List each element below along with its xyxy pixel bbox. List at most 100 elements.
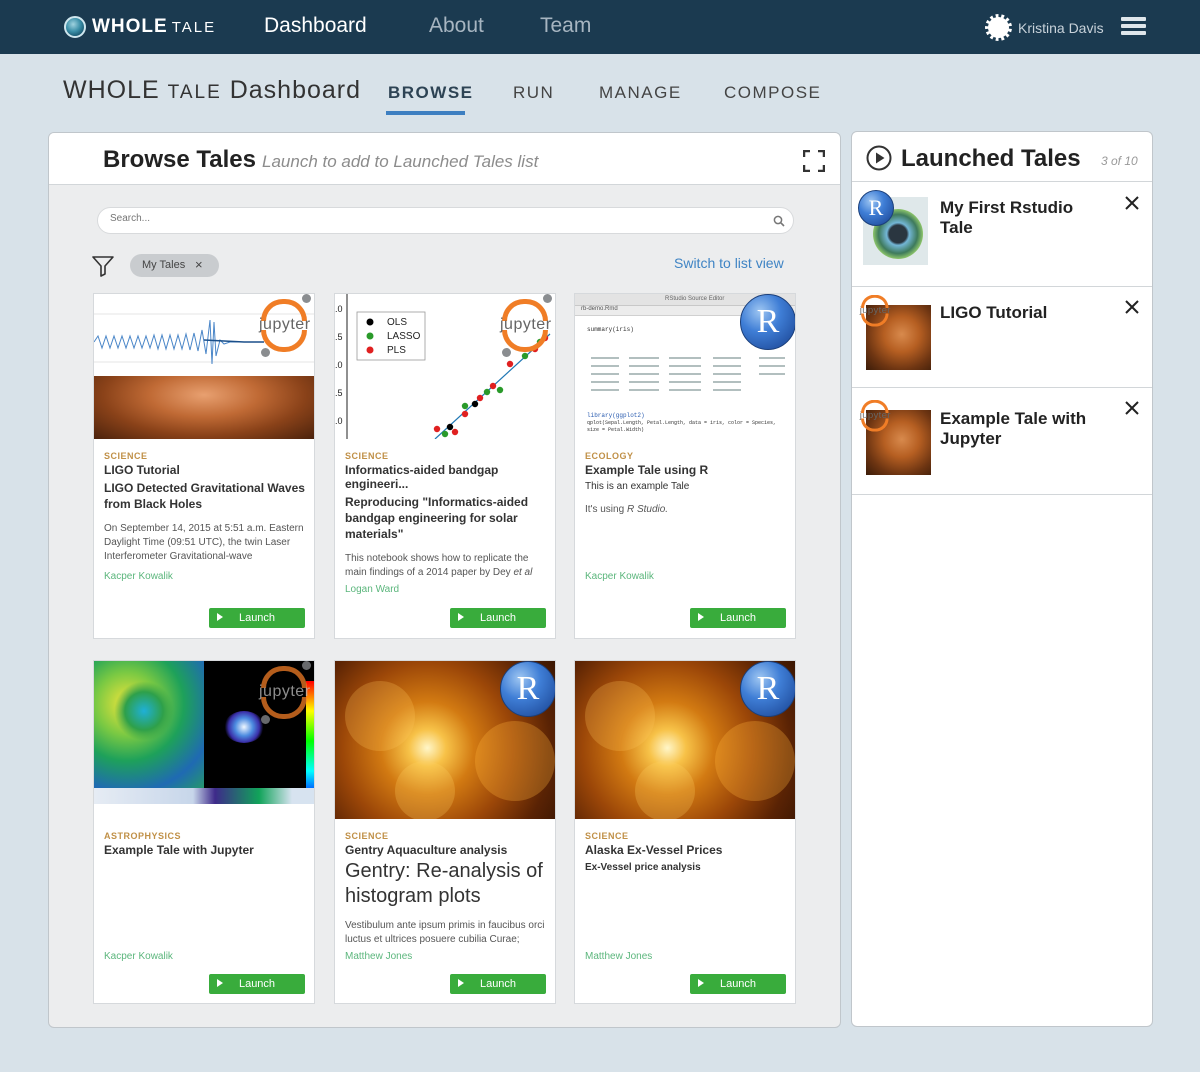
- browse-subtitle: Launch to add to Launched Tales list: [262, 152, 539, 171]
- r-logo-icon: R: [500, 661, 555, 717]
- card-body: This notebook shows how to replicate the…: [345, 553, 533, 578]
- svg-text:.0: .0: [335, 304, 343, 314]
- browse-title: Browse Tales: [103, 146, 256, 173]
- card-thumbnail: RStudio Source Editor rb-demo.Rmd summar…: [575, 294, 795, 439]
- card-body: It's using R Studio.: [585, 504, 669, 515]
- jupyter-logo-icon: jupyter: [497, 294, 555, 357]
- card-body: On September 14, 2015 at 5:51 a.m. Easte…: [104, 523, 304, 562]
- chip-label: My Tales: [142, 259, 186, 271]
- title-rest: Dashboard: [229, 76, 362, 104]
- tab-run[interactable]: RUN: [513, 83, 554, 103]
- tab-browse[interactable]: BROWSE: [388, 83, 474, 103]
- launched-tale-item[interactable]: R My First Rstudio Tale: [852, 183, 1152, 287]
- launch-button[interactable]: Launch: [690, 608, 786, 628]
- search-input[interactable]: [110, 213, 750, 224]
- launched-tales-panel: Launched Tales 3 of 10 R My First Rstudi…: [851, 131, 1153, 1027]
- launch-button[interactable]: Launch: [690, 974, 786, 994]
- expand-icon[interactable]: [803, 150, 825, 172]
- launched-count: 3 of 10: [1101, 154, 1138, 168]
- filter-chip-my-tales[interactable]: My Tales ×: [130, 254, 219, 277]
- card-category: SCIENCE: [585, 831, 629, 841]
- card-author[interactable]: Matthew Jones: [345, 951, 412, 962]
- nav-dashboard[interactable]: Dashboard: [264, 14, 367, 38]
- card-thumbnail: jupyter: [94, 661, 314, 804]
- card-author[interactable]: Kacper Kowalik: [585, 571, 654, 582]
- card-description: Ex-Vessel price analysis: [585, 862, 701, 873]
- globe-icon: [64, 16, 86, 38]
- ligo-image: [94, 376, 314, 439]
- page-title: WHOLE TALE Dashboard: [63, 76, 361, 105]
- launch-button[interactable]: Launch: [209, 608, 305, 628]
- chip-close-icon[interactable]: ×: [195, 257, 203, 272]
- launch-button[interactable]: Launch: [450, 608, 546, 628]
- close-icon[interactable]: [1124, 299, 1140, 315]
- launched-header: Launched Tales 3 of 10: [852, 132, 1152, 182]
- card-author[interactable]: Kacper Kowalik: [104, 951, 173, 962]
- svg-text:.0: .0: [335, 416, 343, 426]
- switch-to-list-view-link[interactable]: Switch to list view: [674, 255, 784, 271]
- whole-tale-logo[interactable]: WHOLE TALE: [64, 13, 216, 41]
- svg-text:PLS: PLS: [387, 345, 406, 356]
- filter-icon[interactable]: [92, 255, 114, 277]
- play-circle-icon: [866, 145, 892, 171]
- svg-text:.5: .5: [335, 332, 343, 342]
- nav-about[interactable]: About: [429, 14, 484, 38]
- search-icon[interactable]: [773, 215, 785, 227]
- card-category: SCIENCE: [345, 451, 389, 461]
- tale-card[interactable]: jupyter ASTROPHYSICS Example Tale with J…: [93, 660, 315, 1004]
- card-author[interactable]: Logan Ward: [345, 584, 399, 595]
- card-author[interactable]: Kacper Kowalik: [104, 571, 173, 582]
- card-description: This is an example Tale: [585, 481, 690, 492]
- browse-tales-panel: Browse Tales Launch to add to Launched T…: [48, 132, 841, 1028]
- tale-card[interactable]: RStudio Source Editor rb-demo.Rmd summar…: [574, 293, 796, 639]
- card-name: Example Tale using R: [585, 463, 709, 477]
- tale-card[interactable]: .0 .5 .0 .5 .0 OLS LASSO PLS jupyter SCI…: [334, 293, 556, 639]
- user-menu[interactable]: Kristina Davis: [985, 14, 1104, 41]
- launched-tale-item[interactable]: jupyter LIGO Tutorial: [852, 287, 1152, 388]
- card-name: Informatics-aided bandgap engineeri...: [345, 463, 499, 491]
- jupyter-logo-icon: jupyter: [858, 398, 893, 433]
- card-thumbnail: jupyter: [94, 294, 314, 439]
- r-logo-icon: R: [740, 661, 795, 717]
- card-description: Gentry: Re-analysis of histogram plots: [345, 860, 543, 907]
- launched-tale-item[interactable]: jupyter Example Tale with Jupyter: [852, 388, 1152, 495]
- avatar: [985, 14, 1012, 41]
- launched-title: Launched Tales: [901, 145, 1081, 172]
- card-name: Example Tale with Jupyter: [104, 843, 254, 857]
- card-category: SCIENCE: [345, 831, 389, 841]
- tale-card[interactable]: R SCIENCE Alaska Ex-Vessel Prices Ex-Ves…: [574, 660, 796, 1004]
- browse-header: Browse Tales Launch to add to Launched T…: [49, 133, 840, 185]
- server-menu-icon[interactable]: [1121, 17, 1146, 37]
- tab-compose[interactable]: COMPOSE: [724, 83, 821, 103]
- close-icon[interactable]: [1124, 400, 1140, 416]
- r-logo-icon: R: [858, 190, 894, 226]
- launched-tale-name: Example Tale with Jupyter: [940, 409, 1087, 448]
- nav-team[interactable]: Team: [540, 14, 591, 38]
- title-small: TALE: [167, 82, 222, 103]
- card-name: Gentry Aquaculture analysis: [345, 843, 508, 857]
- tab-manage[interactable]: MANAGE: [599, 83, 682, 103]
- top-navbar: WHOLE TALE Dashboard About Team Kristina …: [0, 0, 1200, 54]
- jupyter-logo-icon: jupyter: [858, 293, 893, 328]
- summary-table: [591, 357, 785, 391]
- card-author[interactable]: Matthew Jones: [585, 951, 652, 962]
- card-category: SCIENCE: [104, 451, 148, 461]
- active-tab-indicator: [386, 111, 465, 115]
- card-name: LIGO Tutorial: [104, 463, 180, 477]
- svg-text:.0: .0: [335, 360, 343, 370]
- tale-card[interactable]: jupyter SCIENCE LIGO Tutorial LIGO Detec…: [93, 293, 315, 639]
- jupyter-logo-icon: jupyter: [256, 661, 314, 724]
- card-thumbnail: .0 .5 .0 .5 .0 OLS LASSO PLS jupyter: [335, 294, 555, 439]
- r-logo-icon: R: [740, 294, 795, 350]
- tale-card[interactable]: R SCIENCE Gentry Aquaculture analysis Ge…: [334, 660, 556, 1004]
- svg-text:LASSO: LASSO: [387, 331, 421, 342]
- launch-button[interactable]: Launch: [450, 974, 546, 994]
- launch-button[interactable]: Launch: [209, 974, 305, 994]
- svg-text:.5: .5: [335, 388, 343, 398]
- card-thumbnail: R: [335, 661, 555, 819]
- card-category: ECOLOGY: [585, 451, 634, 461]
- svg-text:OLS: OLS: [387, 317, 407, 328]
- close-icon[interactable]: [1124, 195, 1140, 211]
- card-thumbnail: R: [575, 661, 795, 819]
- jupyter-logo-icon: jupyter: [256, 294, 314, 357]
